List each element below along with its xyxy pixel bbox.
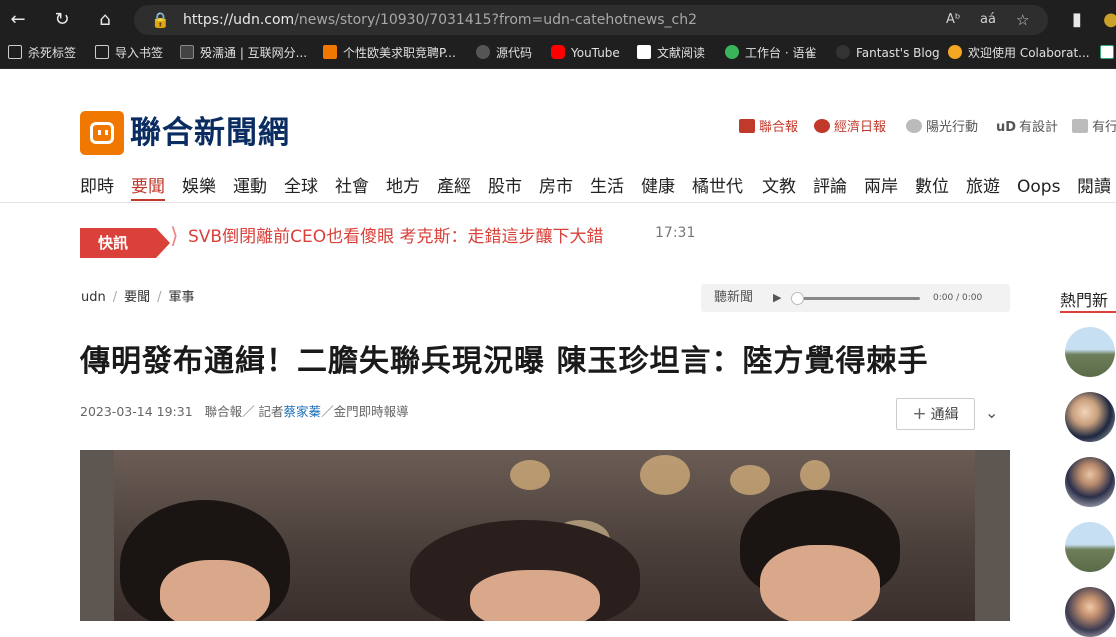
- article-photo: [80, 450, 1010, 621]
- nav-item[interactable]: 橘世代: [692, 175, 743, 199]
- yuque-icon: [725, 45, 739, 59]
- bookmarks-bar: 杀死标签 导入书签 殁濡通 | 互联网分... 个性欧美求职竞聘P... 源代码…: [0, 39, 1116, 69]
- colab-icon: [948, 45, 962, 59]
- breadcrumb-item[interactable]: 軍事: [169, 290, 195, 305]
- nav-divider: [0, 202, 1116, 203]
- house-icon: [1072, 119, 1088, 133]
- follow-tag-button[interactable]: + 通緝: [896, 398, 975, 430]
- hot-news-thumbnail[interactable]: [1065, 457, 1115, 507]
- play-icon[interactable]: ▶: [773, 284, 781, 312]
- article-meta: 2023-03-14 19:31 聯合報／ 記者蔡家蓁／金門即時報導: [80, 401, 409, 420]
- nav-item[interactable]: 產經: [437, 175, 471, 199]
- github-icon: [476, 45, 490, 59]
- favorite-star-icon[interactable]: ☆: [1016, 5, 1029, 35]
- partner-link[interactable]: 有行: [1072, 118, 1116, 138]
- nav-item[interactable]: 健康: [641, 175, 675, 199]
- home-icon[interactable]: ⌂: [92, 7, 118, 33]
- bookmark-item[interactable]: 杀死标签: [8, 39, 76, 69]
- udn-logo-icon[interactable]: [80, 111, 124, 155]
- bookmark-item[interactable]: 工作台 · 语雀: [725, 39, 816, 69]
- address-bar[interactable]: 🔒 https://udn.com/news/story/10930/70314…: [134, 5, 1048, 35]
- bookmark-item[interactable]: 导入书签: [95, 39, 163, 69]
- article-source: 聯合報／ 記者: [204, 404, 284, 419]
- listen-news-label: 聽新聞: [714, 290, 754, 305]
- article-title: 傳明發布通緝！二膽失聯兵現況曝 陳玉珍坦言：陸方覺得棘手: [80, 344, 929, 379]
- article-date: 2023-03-14 19:31: [80, 404, 193, 419]
- udn-paper-icon: [739, 119, 755, 133]
- site-icon: [323, 45, 337, 59]
- article-source-suffix: ／金門即時報導: [321, 404, 409, 419]
- nav-item[interactable]: 即時: [80, 175, 114, 199]
- partner-link[interactable]: 陽光行動: [906, 118, 978, 138]
- nav-item-active[interactable]: 要聞: [131, 175, 165, 201]
- youtube-icon: [551, 45, 565, 59]
- money-icon: [814, 119, 830, 133]
- plus-icon: +: [912, 404, 927, 424]
- page-icon: [8, 45, 22, 59]
- bookmark-item[interactable]: 欢迎使用 Colaborat...: [948, 39, 1090, 69]
- hot-news-thumbnail[interactable]: [1065, 392, 1115, 442]
- read-aloud-icon[interactable]: Aᵇ: [946, 5, 960, 35]
- collections-icon[interactable]: ▮: [1064, 7, 1090, 33]
- extension-icon[interactable]: ●: [1098, 7, 1116, 33]
- nav-item[interactable]: 股市: [488, 175, 522, 199]
- translate-icon[interactable]: aá: [980, 5, 996, 35]
- chevron-down-icon[interactable]: ⌄: [985, 403, 998, 422]
- site-logo-text[interactable]: 聯合新聞網: [130, 111, 290, 155]
- breadcrumb-item[interactable]: 要聞: [124, 290, 150, 305]
- nav-item[interactable]: 旅遊: [966, 175, 1000, 199]
- bookmark-item[interactable]: 源代码: [476, 39, 532, 69]
- lock-icon[interactable]: 🔒: [151, 5, 170, 35]
- page-icon: [95, 45, 109, 59]
- partner-link[interactable]: 聯合報: [739, 118, 798, 138]
- nav-item[interactable]: 全球: [284, 175, 318, 199]
- url-text[interactable]: https://udn.com/news/story/10930/7031415…: [183, 5, 697, 35]
- flash-news-headline[interactable]: SVB倒閉離前CEO也看傻眼 考克斯：走錯這步釀下大錯: [188, 222, 603, 244]
- nav-item[interactable]: 運動: [233, 175, 267, 199]
- nav-item[interactable]: 生活: [590, 175, 624, 199]
- partner-link[interactable]: uD 有設計: [996, 118, 1058, 138]
- bookmark-item[interactable]: Fantast's Blog: [836, 39, 940, 69]
- nav-item[interactable]: 兩岸: [864, 175, 898, 199]
- site-icon: [836, 45, 850, 59]
- sidebar-title: 熱門新: [1060, 291, 1109, 310]
- hot-news-thumbnail[interactable]: [1065, 327, 1115, 377]
- hot-news-thumbnail[interactable]: [1065, 522, 1115, 572]
- nav-item[interactable]: 數位: [915, 175, 949, 199]
- nav-item[interactable]: 地方: [386, 175, 420, 199]
- nav-item[interactable]: 房市: [539, 175, 573, 199]
- audio-progress-handle[interactable]: [791, 292, 804, 305]
- nav-item[interactable]: 閱讀: [1077, 175, 1111, 199]
- flash-news-time: 17:31: [655, 225, 696, 241]
- hot-news-thumbnail[interactable]: [1065, 587, 1115, 637]
- bookmark-item[interactable]: YouTube: [551, 39, 620, 69]
- nav-item[interactable]: 娛樂: [182, 175, 216, 199]
- sidebar-underline: [1060, 311, 1116, 313]
- nav-item[interactable]: Oops: [1017, 175, 1060, 199]
- audio-time: 0:00 / 0:00: [933, 293, 983, 303]
- back-icon[interactable]: ←: [5, 7, 31, 33]
- listen-news-player: 聽新聞 ▶ 0:00 / 0:00: [701, 284, 1010, 312]
- site-icon: [637, 45, 651, 59]
- site-icon: [1100, 45, 1114, 59]
- audio-progress-track[interactable]: [796, 297, 920, 300]
- bookmark-item[interactable]: 个性欧美求职竞聘P...: [323, 39, 456, 69]
- reporter-link[interactable]: 蔡家蓁: [284, 404, 322, 419]
- bookmark-item[interactable]: 殁濡通 | 互联网分...: [180, 39, 307, 69]
- partner-link[interactable]: 經濟日報: [814, 118, 886, 138]
- nav-item[interactable]: 評論: [813, 175, 847, 199]
- bookmark-item[interactable]: [1100, 39, 1116, 69]
- nav-item[interactable]: 文教: [762, 175, 796, 199]
- sun-icon: [906, 119, 922, 133]
- flash-news-tag: 快訊: [80, 228, 170, 258]
- chevron-right-icon: ⟩: [170, 224, 179, 249]
- browser-toolbar: ← ↻ ⌂ 🔒 https://udn.com/news/story/10930…: [0, 0, 1116, 39]
- bookmark-item[interactable]: 文献阅读: [637, 39, 705, 69]
- ud-icon: uD: [996, 120, 1017, 135]
- refresh-icon[interactable]: ↻: [49, 7, 75, 33]
- site-icon: [180, 45, 194, 59]
- breadcrumb: udn / 要聞 / 軍事: [81, 290, 195, 305]
- nav-item[interactable]: 社會: [335, 175, 369, 199]
- breadcrumb-item[interactable]: udn: [81, 290, 106, 305]
